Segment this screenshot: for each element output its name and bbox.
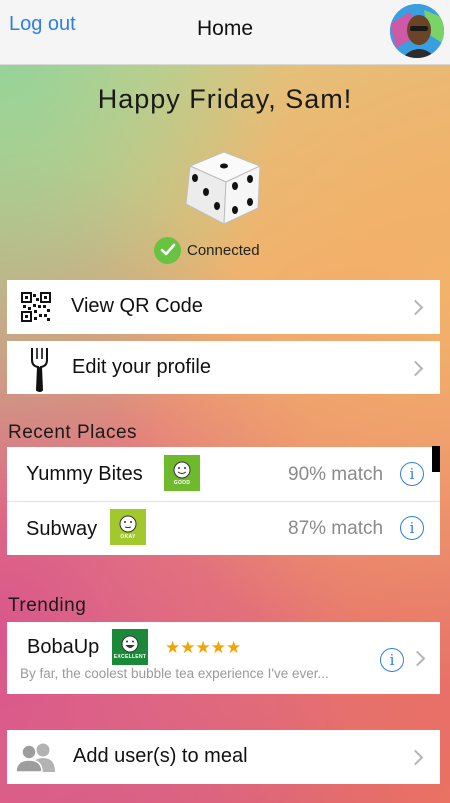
- avatar-image: [390, 4, 444, 58]
- edit-profile-row[interactable]: Edit your profile: [7, 341, 440, 394]
- place-name: Yummy Bites: [26, 463, 143, 485]
- add-users-label: Add user(s) to meal: [73, 745, 248, 767]
- review-snippet: By far, the coolest bubble tea experienc…: [20, 666, 329, 681]
- view-qr-code-row[interactable]: View QR Code: [7, 280, 440, 334]
- smiley-icon: [121, 635, 139, 652]
- add-users-row[interactable]: Add user(s) to meal: [7, 730, 440, 784]
- info-icon[interactable]: i: [380, 648, 404, 672]
- place-name: Subway: [26, 518, 98, 540]
- rating-badge: OKAY: [110, 509, 146, 545]
- chevron-right-icon: [407, 299, 424, 316]
- chevron-right-icon: [407, 749, 424, 766]
- info-icon[interactable]: i: [400, 516, 424, 540]
- place-name: BobaUp: [27, 636, 100, 658]
- rating-badge-label: GOOD: [173, 479, 191, 486]
- page-title: Home: [196, 17, 254, 40]
- rating-badge-label: EXCELLENT: [113, 653, 147, 660]
- nav-bar: Log out Home: [0, 0, 450, 65]
- match-percentage: 90% match: [288, 464, 384, 485]
- match-percentage: 87% match: [288, 518, 384, 539]
- list-item[interactable]: Yummy Bites GOOD 90% match i: [7, 447, 440, 501]
- connection-status-label: Connected: [187, 241, 260, 259]
- chevron-right-icon: [407, 360, 424, 377]
- greeting-heading: Happy Friday, Sam!: [97, 84, 353, 114]
- scrollbar[interactable]: [432, 446, 440, 472]
- list-item[interactable]: Subway OKAY 87% match i: [7, 502, 440, 555]
- view-qr-code-label: View QR Code: [71, 295, 203, 317]
- smiley-icon: [173, 461, 191, 478]
- qr-code-icon: [21, 292, 51, 322]
- rating-badge: EXCELLENT: [112, 629, 148, 665]
- connection-status: Connected: [154, 236, 260, 264]
- recent-places-heading: Recent Places: [8, 422, 138, 443]
- dice-icon: [185, 151, 262, 225]
- trending-heading: Trending: [8, 595, 87, 616]
- fork-icon: [31, 348, 48, 392]
- trending-item[interactable]: BobaUp EXCELLENT i: [7, 622, 440, 694]
- info-icon[interactable]: i: [400, 462, 424, 486]
- chevron-right-icon: [409, 650, 426, 667]
- checkmark-icon: [154, 236, 181, 264]
- star-rating: ★★★★★: [165, 638, 242, 657]
- rating-badge: GOOD: [164, 455, 200, 491]
- rating-badge-label: OKAY: [120, 533, 136, 540]
- avatar[interactable]: [390, 4, 444, 58]
- edit-profile-label: Edit your profile: [72, 356, 211, 378]
- users-icon: [15, 743, 55, 772]
- recent-places-list: Yummy Bites GOOD 90% match i Subway OKAY…: [7, 447, 440, 555]
- smiley-icon: [119, 515, 137, 532]
